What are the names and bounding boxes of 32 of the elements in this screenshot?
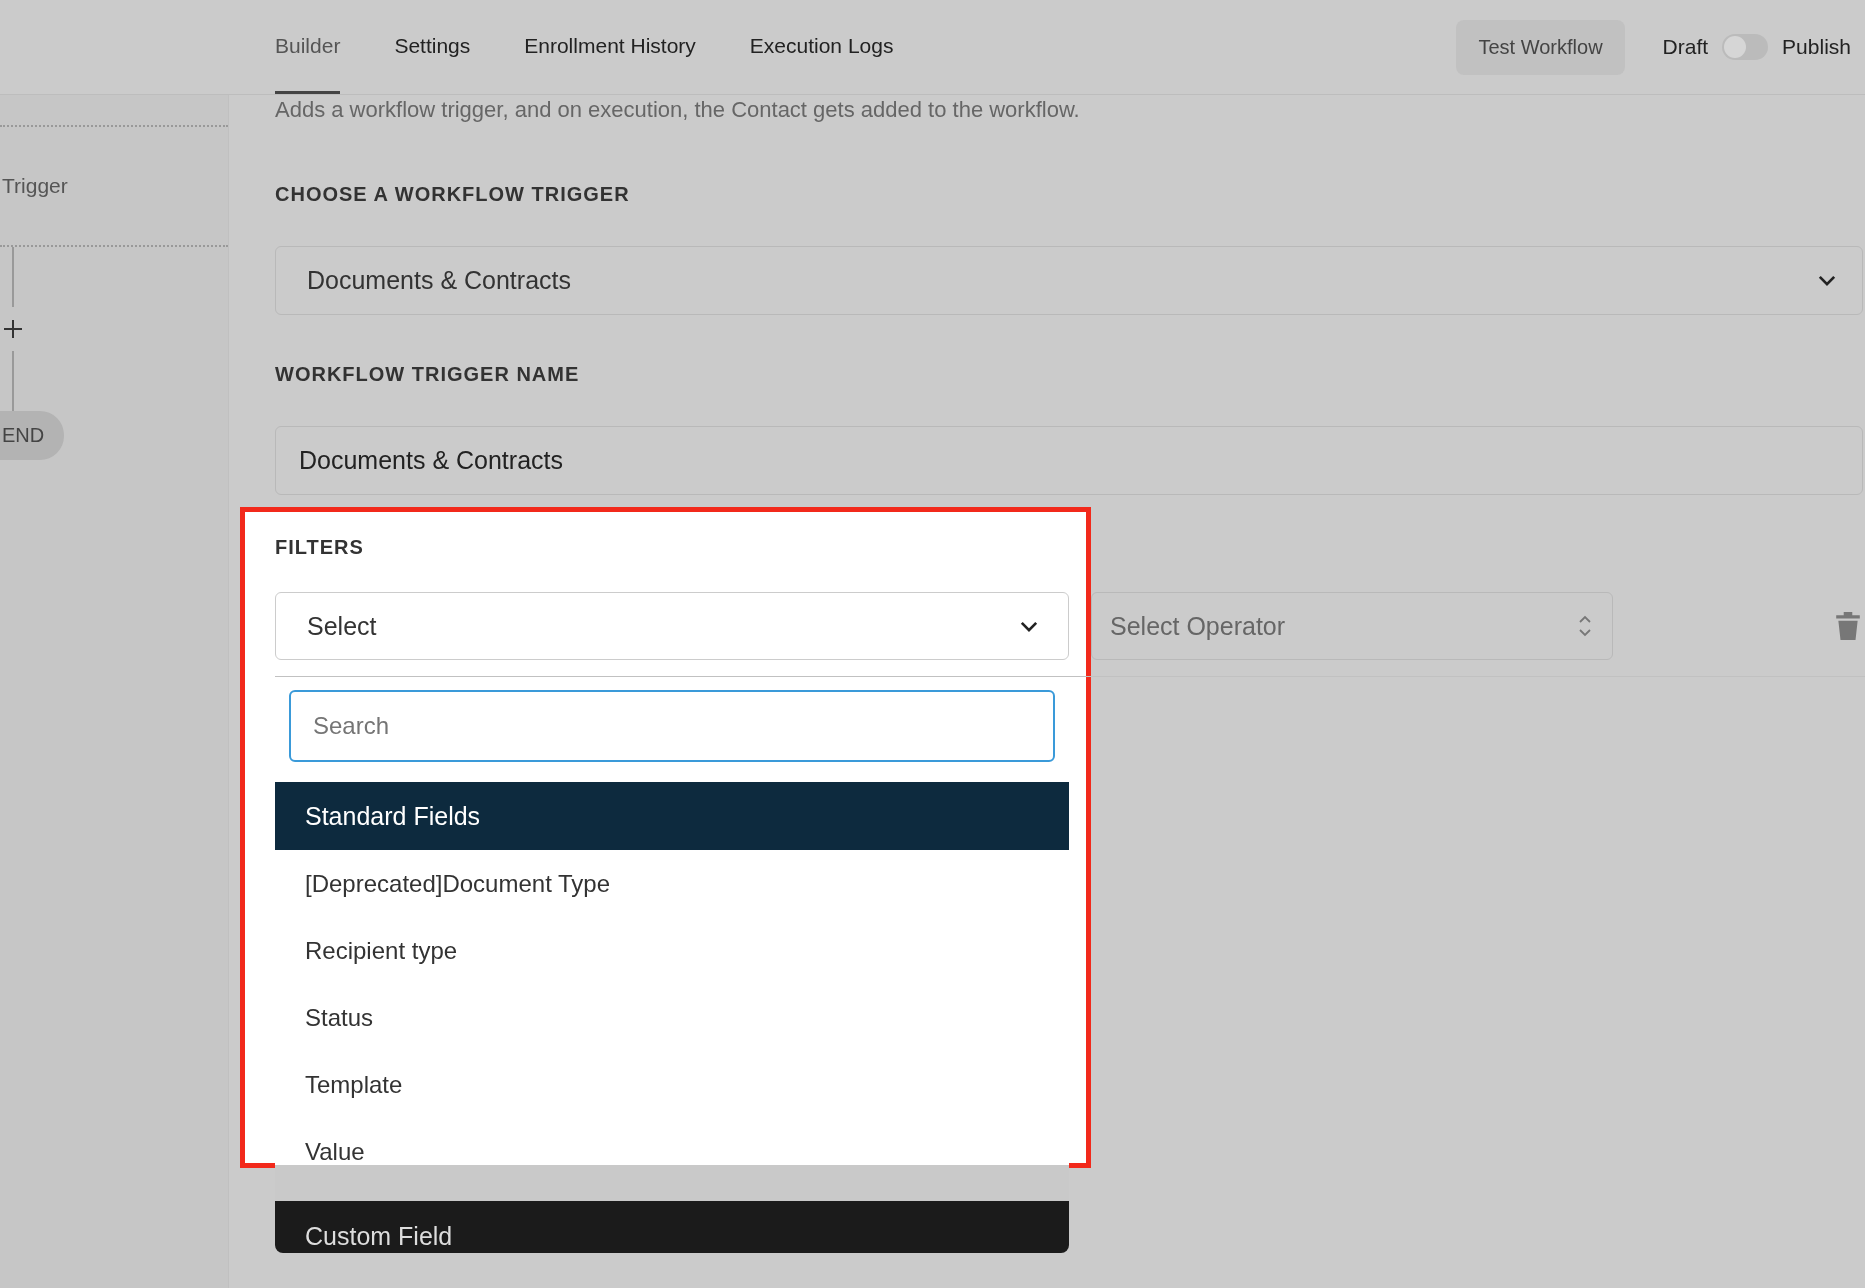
sort-arrows-icon — [1578, 614, 1592, 638]
section-label: FILTERS — [275, 536, 365, 559]
publish-label: Publish — [1782, 35, 1851, 59]
node-label: Trigger — [2, 174, 68, 198]
test-workflow-button[interactable]: Test Workflow — [1456, 19, 1625, 75]
draft-label: Draft — [1662, 35, 1709, 59]
group-header: Standard Fields — [275, 782, 1069, 850]
dropdown-option[interactable]: Template — [275, 1051, 1069, 1118]
trigger-node[interactable]: Trigger — [0, 125, 228, 247]
trigger-name-field[interactable]: Documents & Contracts — [275, 426, 1863, 495]
tab[interactable]: Builder — [275, 0, 341, 94]
dropdown-option[interactable]: Recipient type — [275, 917, 1069, 984]
dropdown-option[interactable]: Status — [275, 984, 1069, 1051]
publish-toggle[interactable] — [1722, 34, 1769, 60]
add-step-icon[interactable] — [3, 319, 23, 339]
chevron-down-icon — [1818, 275, 1836, 286]
search-field[interactable]: Search — [289, 690, 1055, 762]
chevron-down-icon — [1020, 620, 1038, 632]
tab[interactable]: Execution Logs — [749, 0, 894, 94]
group-header: Custom Field — [275, 1201, 1069, 1253]
description-text: Adds a workflow trigger, and on execution, the Contact gets added to the workflow. — [275, 97, 1081, 123]
tab[interactable]: Enrollment History — [524, 0, 696, 94]
operator-select[interactable]: Select Operator — [1091, 592, 1613, 660]
tab[interactable]: Settings — [394, 0, 471, 94]
end-node: END — [0, 411, 65, 460]
section-label: CHOOSE A WORKFLOW TRIGGER — [275, 183, 631, 206]
dropdown-option[interactable]: Value — [275, 1118, 1069, 1185]
section-label: WORKFLOW TRIGGER NAME — [275, 363, 581, 386]
trash-icon[interactable] — [1835, 611, 1861, 641]
dropdown-option[interactable]: [Deprecated]Document Type — [275, 850, 1069, 917]
trigger-select[interactable]: Documents & Contracts — [275, 246, 1863, 315]
field-select[interactable]: Select — [275, 592, 1069, 660]
